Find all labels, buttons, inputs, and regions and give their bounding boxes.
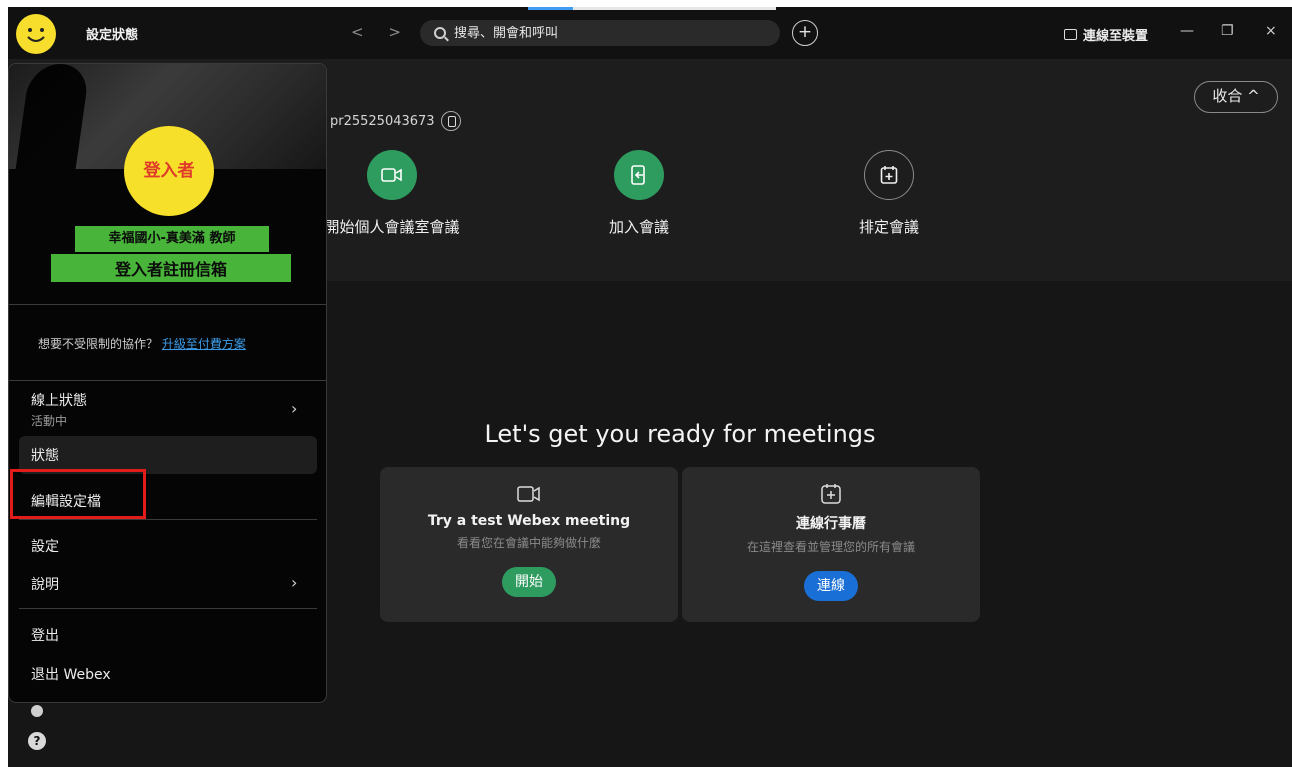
copy-icon[interactable] (440, 111, 461, 131)
new-action-button[interactable]: + (792, 20, 818, 46)
online-status-label[interactable]: 線上狀態 (31, 390, 87, 410)
upgrade-link[interactable]: 升級至付費方案 (162, 337, 246, 351)
schedule-meeting-label: 排定會議 (858, 218, 919, 236)
chevron-right-icon: › (291, 573, 298, 592)
start-meeting-label: 開始個人會議室會議 (324, 218, 460, 236)
profile-menu-panel: 登入者 幸福國小-真美滿 教師 登入者註冊信箱 想要不受限制的協作？ 升級至付費… (8, 63, 327, 703)
join-meeting-label: 加入會議 (608, 218, 669, 236)
loading-progress-bar (528, 7, 776, 10)
divider (19, 608, 317, 609)
sip-address-text: pr25525043673 (330, 113, 435, 129)
restore-button[interactable]: ❐ (1221, 23, 1234, 39)
card-title: 連線行事曆 (796, 516, 866, 532)
exit-webex-item[interactable]: 退出 Webex (31, 664, 111, 684)
test-meeting-card: Try a test Webex meeting 看看您在會議中能夠做什麼 開始 (380, 467, 678, 622)
user-email: 登入者註冊信箱 (51, 254, 291, 282)
search-input[interactable] (454, 25, 754, 41)
search-icon (434, 27, 446, 39)
calendar-plus-icon (819, 483, 843, 505)
connect-device-label: 連線至裝置 (1083, 29, 1149, 44)
help-icon[interactable]: ? (28, 732, 46, 750)
profile-avatar[interactable]: 登入者 (124, 126, 214, 216)
forward-arrow-icon[interactable]: > (388, 23, 411, 41)
join-meeting-action[interactable]: 加入會議 (549, 150, 729, 237)
upgrade-prefix: 想要不受限制的協作？ (38, 337, 159, 351)
online-status-value: 活動中 (31, 414, 68, 428)
help-item[interactable]: 說明 (31, 574, 59, 594)
connect-device-button[interactable]: 連線至裝置 (1064, 25, 1148, 44)
upgrade-prompt: 想要不受限制的協作？ 升級至付費方案 (38, 335, 246, 352)
minimize-button[interactable]: — (1180, 23, 1194, 39)
start-personal-room-meeting-action[interactable]: 開始個人會議室會議 (302, 150, 482, 237)
status-item[interactable]: 狀態 (31, 445, 59, 465)
card-title: Try a test Webex meeting (427, 513, 631, 529)
back-arrow-icon[interactable]: < (351, 23, 374, 41)
divider (9, 304, 326, 305)
personal-room-address: pr25525043673 (330, 111, 461, 131)
search-box[interactable] (420, 20, 780, 46)
title-bar: 設定狀態 < > + 連線至裝置 — ❐ × (8, 7, 1292, 59)
highlight-box (10, 469, 146, 519)
sign-out-item[interactable]: 登出 (31, 625, 59, 645)
video-camera-icon (367, 150, 417, 200)
divider (19, 519, 317, 520)
nav-arrows: < > (351, 23, 411, 41)
webex-window: 設定狀態 < > + 連線至裝置 — ❐ × 收合 ^ pr2552504367… (8, 7, 1292, 767)
close-button[interactable]: × (1265, 23, 1277, 39)
connect-calendar-card: 連線行事曆 在這裡查看並管理您的所有會議 連線 (682, 467, 980, 622)
ready-heading: Let's get you ready for meetings (484, 420, 876, 448)
collapse-button[interactable]: 收合 ^ (1194, 81, 1278, 113)
settings-item[interactable]: 設定 (31, 536, 59, 556)
chevron-right-icon: › (291, 399, 298, 418)
start-test-button[interactable]: 開始 (502, 567, 556, 597)
video-camera-icon (517, 483, 541, 505)
card-subtitle: 看看您在會議中能夠做什麼 (456, 536, 601, 550)
calendar-plus-icon (864, 150, 914, 200)
user-display-name: 幸福國小-真美滿 教師 (75, 226, 269, 252)
divider (9, 380, 326, 381)
smiley-face-icon (27, 28, 45, 42)
user-avatar-button[interactable] (16, 14, 56, 54)
schedule-meeting-action[interactable]: 排定會議 (799, 150, 979, 237)
card-subtitle: 在這裡查看並管理您的所有會議 (746, 540, 915, 554)
connect-calendar-button[interactable]: 連線 (804, 571, 858, 601)
device-icon (1064, 29, 1077, 40)
set-status-label[interactable]: 設定狀態 (86, 24, 138, 43)
join-door-icon (614, 150, 664, 200)
